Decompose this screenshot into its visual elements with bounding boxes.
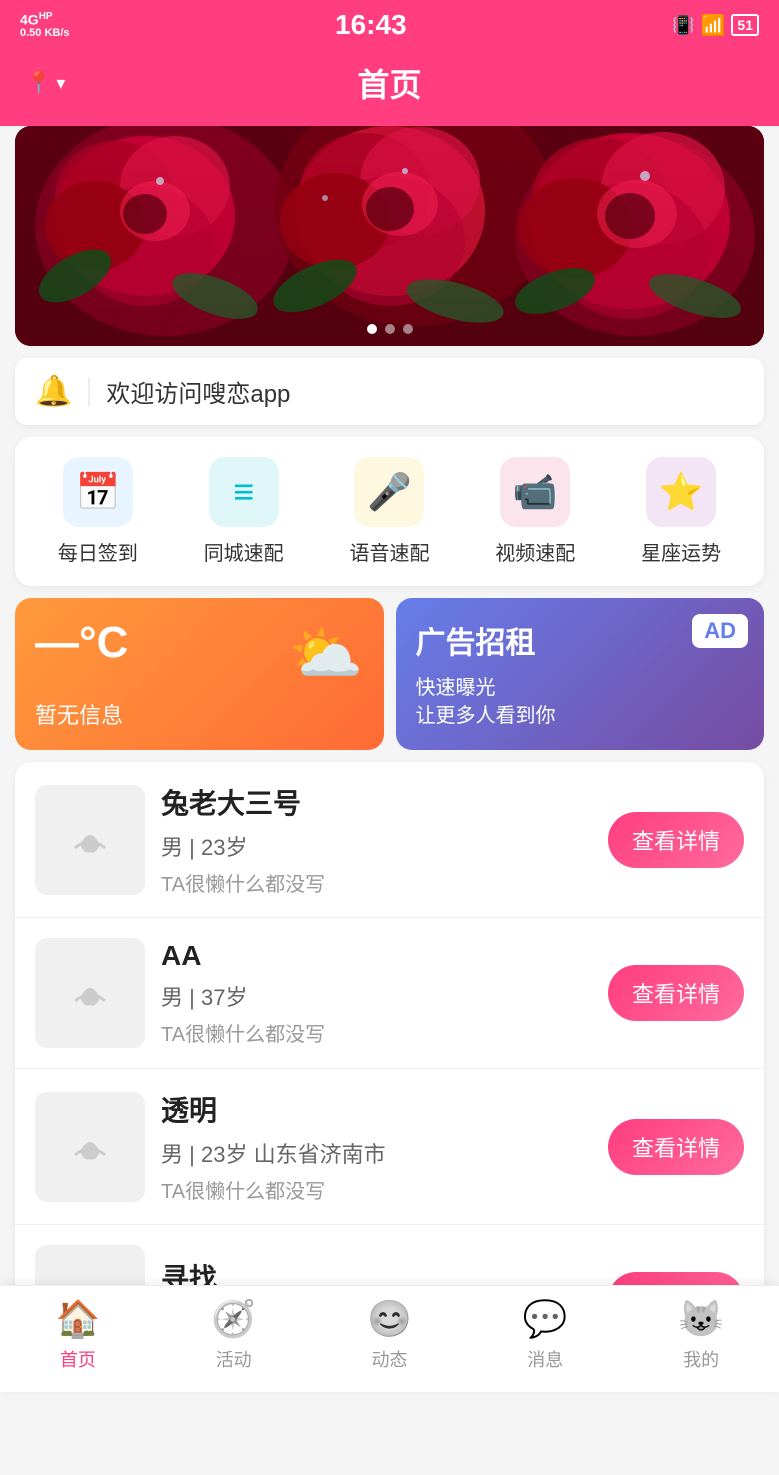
profile-icon: 😺	[679, 1298, 724, 1340]
user-info: 兔老大三号 男 | 23岁 TA很懒什么都没写	[161, 782, 592, 897]
wifi-icon: 📶	[701, 13, 726, 38]
notification-bar: 🔔 欢迎访问嗖恋app	[15, 358, 764, 425]
ad-badge: AD	[692, 614, 748, 648]
qa-video[interactable]: 📹 视频速配	[495, 457, 575, 566]
nearby-label: 同城速配	[204, 537, 284, 566]
banner[interactable]	[15, 126, 764, 346]
nav-profile[interactable]: 😺 我的	[679, 1298, 724, 1372]
home-icon: 🏠	[55, 1298, 100, 1340]
nav-home[interactable]: 🏠 首页	[55, 1298, 100, 1372]
voice-label: 语音速配	[349, 537, 429, 566]
qa-voice[interactable]: 🎤 语音速配	[349, 457, 429, 566]
status-bar: 4GHP 0.50 KB/s 16:43 📳 📶 51	[0, 0, 779, 50]
banner-image	[15, 126, 764, 346]
avatar	[35, 1092, 145, 1202]
video-label: 视频速配	[495, 537, 575, 566]
view-detail-button[interactable]: 查看详情	[608, 1119, 744, 1175]
video-icon: 📹	[500, 457, 570, 527]
nav-home-label: 首页	[60, 1346, 96, 1372]
table-row: 兔老大三号 男 | 23岁 TA很懒什么都没写 查看详情	[15, 762, 764, 918]
status-signal-area: 4GHP 0.50 KB/s	[20, 11, 70, 40]
activity-icon: 🧭	[211, 1298, 256, 1340]
ad-card[interactable]: AD 广告招租 快速曝光 让更多人看到你	[396, 598, 765, 750]
table-row: AA 男 | 37岁 TA很懒什么都没写 查看详情	[15, 918, 764, 1069]
user-meta: 男 | 23岁	[161, 830, 592, 862]
speed-text: 0.50 KB/s	[20, 27, 70, 39]
divider	[88, 378, 90, 406]
dropdown-icon: ▾	[56, 73, 65, 94]
ad-subtitle: 快速曝光 让更多人看到你	[416, 674, 745, 730]
quick-access: 📅 每日签到 ≡ 同城速配 🎤 语音速配 📹 视频速配 ⭐ 星座运势	[15, 437, 764, 586]
location-icon: 📍	[25, 70, 52, 96]
user-meta: 男 | 23岁 山东省济南市	[161, 1137, 592, 1169]
user-name: 兔老大三号	[161, 782, 592, 822]
dot-1	[367, 324, 377, 334]
battery-icon: 51	[731, 14, 759, 36]
table-row: 透明 男 | 23岁 山东省济南市 TA很懒什么都没写 查看详情	[15, 1069, 764, 1225]
cards-row: ⛅ —°C 暂无信息 AD 广告招租 快速曝光 让更多人看到你	[15, 598, 764, 750]
checkin-label: 每日签到	[58, 537, 138, 566]
user-info: AA 男 | 37岁 TA很懒什么都没写	[161, 940, 592, 1047]
header: 📍 ▾ 首页	[0, 50, 779, 126]
moments-icon: 😊	[367, 1298, 412, 1340]
rose-svg	[15, 126, 764, 346]
horoscope-label: 星座运势	[641, 537, 721, 566]
voice-icon: 🎤	[354, 457, 424, 527]
user-name: 透明	[161, 1089, 592, 1129]
page-title: 首页	[357, 60, 421, 106]
avatar	[35, 938, 145, 1048]
status-time: 16:43	[335, 9, 407, 41]
avatar	[35, 785, 145, 895]
nav-moments-label: 动态	[371, 1346, 407, 1372]
nav-moments[interactable]: 😊 动态	[367, 1298, 412, 1372]
user-meta: 男 | 37岁	[161, 980, 592, 1012]
horoscope-icon: ⭐	[646, 457, 716, 527]
bottom-nav: 🏠 首页 🧭 活动 😊 动态 💬 消息 😺 我的	[0, 1285, 779, 1392]
user-desc: TA很懒什么都没写	[161, 1018, 592, 1047]
vibrate-icon: 📳	[672, 15, 694, 36]
location-area[interactable]: 📍 ▾	[25, 70, 65, 96]
weather-icon: ⛅	[289, 618, 364, 689]
weather-card[interactable]: ⛅ —°C 暂无信息	[15, 598, 384, 750]
signal-text: 4GHP	[20, 11, 53, 28]
status-icons: 📳 📶 51	[672, 13, 759, 38]
view-detail-button[interactable]: 查看详情	[608, 965, 744, 1021]
dot-3	[403, 324, 413, 334]
user-desc: TA很懒什么都没写	[161, 868, 592, 897]
banner-dots	[367, 324, 413, 334]
nearby-icon: ≡	[209, 457, 279, 527]
dot-2	[385, 324, 395, 334]
notification-text: 欢迎访问嗖恋app	[106, 374, 290, 409]
qa-nearby[interactable]: ≡ 同城速配	[204, 457, 284, 566]
qa-checkin[interactable]: 📅 每日签到	[58, 457, 138, 566]
user-name: AA	[161, 940, 592, 972]
nav-messages-label: 消息	[527, 1346, 563, 1372]
user-info: 透明 男 | 23岁 山东省济南市 TA很懒什么都没写	[161, 1089, 592, 1204]
nav-messages[interactable]: 💬 消息	[523, 1298, 568, 1372]
nav-activity[interactable]: 🧭 活动	[211, 1298, 256, 1372]
bell-icon: 🔔	[35, 374, 72, 409]
weather-status: 暂无信息	[35, 698, 364, 730]
view-detail-button[interactable]: 查看详情	[608, 812, 744, 868]
qa-horoscope[interactable]: ⭐ 星座运势	[641, 457, 721, 566]
user-list: 兔老大三号 男 | 23岁 TA很懒什么都没写 查看详情 AA 男 | 37岁	[15, 762, 764, 1375]
checkin-icon: 📅	[63, 457, 133, 527]
messages-icon: 💬	[523, 1298, 568, 1340]
user-desc: TA很懒什么都没写	[161, 1175, 592, 1204]
nav-activity-label: 活动	[216, 1346, 252, 1372]
nav-profile-label: 我的	[683, 1346, 719, 1372]
